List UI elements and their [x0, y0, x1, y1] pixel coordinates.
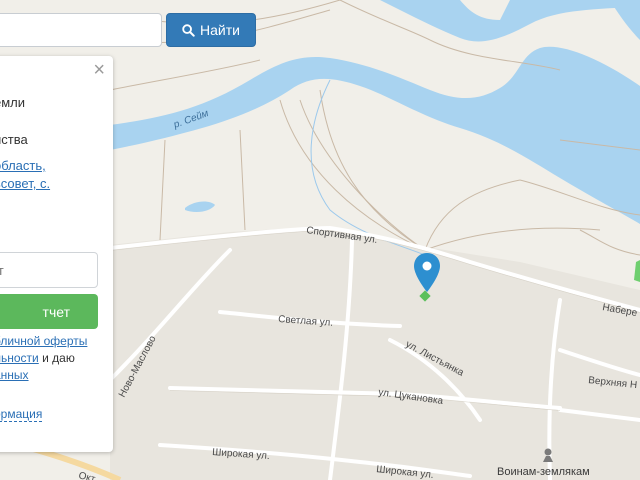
- data-link[interactable]: анных: [0, 368, 29, 382]
- landmark-label: Воинам-землякам: [497, 466, 590, 478]
- consent-link[interactable]: льности: [0, 351, 39, 365]
- panel-text-line1: емли: [0, 95, 26, 110]
- search-icon: [182, 23, 195, 37]
- info-panel: × емли йства область, ьсовет, с. тчет бл…: [0, 56, 113, 452]
- consent-text: и даю: [38, 351, 75, 365]
- offer-link[interactable]: бличной оферты: [0, 334, 87, 348]
- search-button-label: Найти: [200, 22, 240, 38]
- email-field[interactable]: [0, 252, 98, 288]
- address-link-line1[interactable]: область,: [0, 158, 46, 173]
- consent-line: льности и даю: [0, 351, 75, 365]
- close-icon[interactable]: ×: [93, 60, 105, 80]
- address-link-line2[interactable]: ьсовет, с.: [0, 176, 50, 191]
- search-button[interactable]: Найти: [166, 13, 256, 47]
- panel-text-line2: йства: [0, 132, 28, 147]
- info-link[interactable]: ормация: [0, 407, 43, 422]
- report-button[interactable]: тчет: [0, 294, 98, 329]
- search-input[interactable]: [0, 13, 162, 47]
